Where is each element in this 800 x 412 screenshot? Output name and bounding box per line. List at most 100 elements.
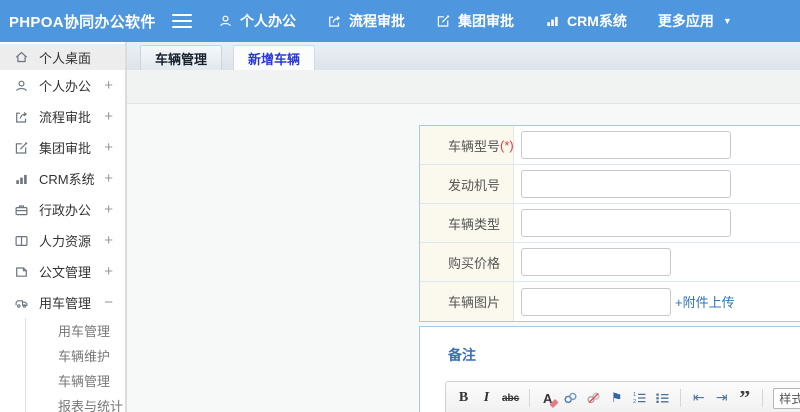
sidebar-item-vehicle-mgmt[interactable]: 用车管理 − [0, 287, 125, 318]
style-dropdown[interactable]: 样式▼ [773, 387, 800, 409]
sidebar-subitem-vehicle-maint[interactable]: 车辆维护 [26, 343, 125, 368]
unlink-button[interactable] [586, 387, 601, 409]
plus-expander-icon[interactable]: + [104, 108, 113, 125]
sidebar-item-admin-office[interactable]: 行政办公 + [0, 194, 125, 225]
car-icon [14, 296, 30, 310]
sidebar-item-hr[interactable]: 人力资源 + [0, 225, 125, 256]
anchor-flag-button[interactable]: ⚑ [609, 387, 624, 409]
nav-group-approval[interactable]: 集团审批 [436, 11, 514, 31]
sidebar-item-label: 个人办公 [39, 79, 92, 94]
required-mark: (*) [500, 137, 514, 153]
edit-icon [14, 141, 30, 155]
field-vehicle-model[interactable] [521, 131, 731, 159]
menu-toggle-icon[interactable] [172, 14, 192, 28]
home-icon [14, 50, 30, 64]
plus-expander-icon[interactable]: + [104, 201, 113, 218]
edit-icon [436, 14, 451, 28]
field-cell [514, 204, 800, 242]
sidebar-item-label: 人力资源 [39, 234, 92, 249]
app-window: PHPOA协同办公软件 个人办公 流程审批 集团审批 CRM系统 更多应用 ▼ 个人桌面个… [0, 0, 800, 412]
sidebar-item-label: 流程审批 [39, 110, 92, 125]
field-label: 发动机号 [420, 165, 514, 203]
nav-more-apps[interactable]: 更多应用 ▼ [658, 11, 732, 31]
field-cell [514, 126, 800, 164]
field-purchase-price[interactable] [521, 248, 671, 276]
field-engine-number[interactable] [521, 170, 731, 198]
sidebar-item-label: 个人桌面 [39, 50, 92, 66]
sidebar-item-label: 行政办公 [39, 203, 92, 218]
user-icon [14, 79, 30, 93]
nav-item-label: 集团审批 [458, 13, 514, 29]
sidebar-item-crm[interactable]: CRM系统 + [0, 163, 125, 194]
chart-icon [14, 172, 30, 186]
plus-expander-icon[interactable]: + [104, 263, 113, 280]
form-row: 发动机号 [420, 165, 800, 204]
sidebar-subitem-vehicle-admin[interactable]: 车辆管理 [26, 368, 125, 393]
field-vehicle-type[interactable] [521, 209, 731, 237]
vehicle-form-panel: 车辆型号 (*) 发动机号 车辆类型 购买价格 车辆图片 +附件上传 [419, 125, 800, 322]
nav-process-approval[interactable]: 流程审批 [327, 11, 405, 31]
remarks-title: 备注 [448, 347, 476, 363]
field-label: 购买价格 [420, 243, 514, 281]
field-cell [514, 165, 800, 203]
plus-expander-icon[interactable]: + [104, 232, 113, 249]
nav-item-label: CRM系统 [567, 13, 627, 29]
sidebar-item-group-approval[interactable]: 集团审批 + [0, 132, 125, 163]
outdent-button[interactable]: ⇤ [691, 387, 706, 409]
content-toolbar-strip [127, 70, 800, 104]
plus-expander-icon[interactable]: + [104, 139, 113, 156]
sidebar-item-personal-office[interactable]: 个人办公 + [0, 70, 125, 101]
sidebar-subitem-reports-stats[interactable]: 报表与统计 [26, 393, 125, 412]
eraser-shape [549, 398, 559, 409]
attachment-upload-link[interactable]: +附件上传 [675, 292, 735, 311]
main-area: 车辆型号 (*) 发动机号 车辆类型 购买价格 车辆图片 +附件上传 备注 B Iabc A ⚑ 1… [127, 104, 800, 412]
svg-text:2: 2 [633, 399, 636, 405]
link-button[interactable] [563, 387, 578, 409]
sidebar-item-document-mgmt[interactable]: 公文管理 + [0, 256, 125, 287]
user-icon [218, 14, 233, 28]
numbered-list-button[interactable]: 12 [632, 387, 647, 409]
briefcase-icon [14, 203, 30, 217]
sidebar-submenu: 用车管理 车辆维护 车辆管理 报表与统计 [25, 318, 125, 412]
indent-button[interactable]: ⇥ [714, 387, 729, 409]
top-nav: 个人办公 流程审批 集团审批 CRM系统 更多应用 ▼ [218, 11, 732, 31]
strikethrough-button[interactable]: abc [502, 387, 519, 409]
toolbar-separator [529, 389, 531, 407]
remarks-panel: 备注 BIabcA⚑12⇤⇥”样式▼格式 [419, 326, 800, 412]
remove-format-button[interactable]: A [540, 387, 559, 409]
tab-bar: 车辆管理 新增车辆 [127, 42, 800, 70]
share-icon [327, 14, 342, 28]
nav-crm-system[interactable]: CRM系统 [545, 11, 627, 31]
bullet-list-button[interactable] [655, 387, 670, 409]
tab-add-vehicle[interactable]: 新增车辆 [233, 45, 316, 70]
form-row: 购买价格 [420, 243, 800, 282]
minus-collapse-icon[interactable]: − [104, 294, 113, 311]
bold-button[interactable]: B [456, 387, 471, 409]
share-icon [14, 110, 30, 124]
sidebar-item-label: CRM系统 [39, 172, 95, 187]
tab-vehicle-management[interactable]: 车辆管理 [140, 45, 223, 70]
field-vehicle-photo[interactable] [521, 287, 671, 316]
sidebar-item-label: 公文管理 [39, 265, 92, 280]
sidebar-item-process-approval[interactable]: 流程审批 + [0, 101, 125, 132]
book-icon [14, 234, 30, 248]
field-label: 车辆图片 [420, 282, 514, 321]
sidebar-subitem-vehicle-use[interactable]: 用车管理 [26, 318, 125, 343]
sidebar: 个人桌面个人办公 + 流程审批 + 集团审批 + CRM系统 + 行政办公 + 人力资源 + 公文管理 +… [0, 42, 127, 412]
form-row: 车辆型号 (*) [420, 126, 800, 165]
nav-personal-office[interactable]: 个人办公 [218, 11, 296, 31]
field-cell: +附件上传 [514, 282, 800, 321]
sidebar-item-label: 集团审批 [39, 141, 92, 156]
nav-item-label: 流程审批 [349, 13, 405, 29]
editor-toolbar: BIabcA⚑12⇤⇥”样式▼格式 [446, 382, 800, 412]
blockquote-button[interactable]: ” [737, 391, 752, 405]
italic-button[interactable]: I [479, 387, 494, 409]
field-label: 车辆类型 [420, 204, 514, 242]
sidebar-item-desktop[interactable]: 个人桌面 [0, 44, 125, 70]
nav-item-label: 更多应用 [657, 13, 714, 29]
plus-expander-icon[interactable]: + [104, 170, 113, 187]
plus-expander-icon[interactable]: + [104, 77, 113, 94]
field-cell [514, 243, 800, 281]
form-row: 车辆图片 +附件上传 [420, 282, 800, 321]
toolbar-separator [680, 389, 682, 407]
